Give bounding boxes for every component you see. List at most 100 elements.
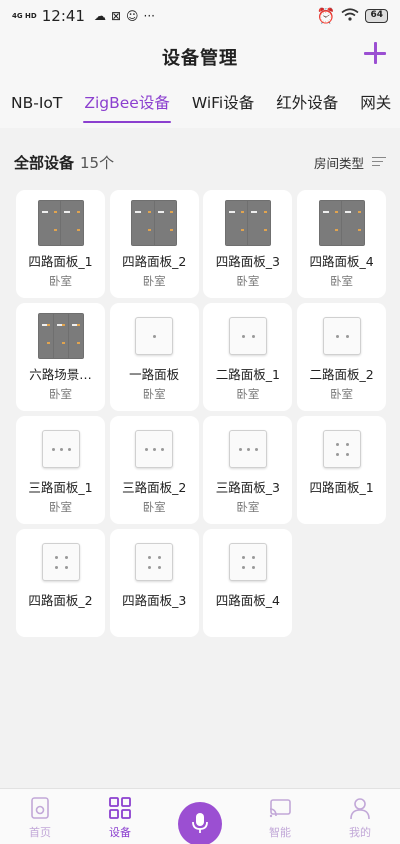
nav-home[interactable]: 首页 [0, 789, 80, 840]
device-name: 四路面板_4 [215, 593, 280, 608]
device-card[interactable]: 三路面板_3 卧室 [203, 416, 293, 524]
status-bar: 4G HD 12:41 ☁ ⊠ ☺ ··· ⏰ 64 [0, 0, 400, 32]
device-thumbnail [224, 313, 272, 359]
device-thumbnail [37, 539, 85, 585]
device-thumbnail [130, 539, 178, 585]
switch-panel-icon [228, 543, 267, 581]
user-icon [348, 796, 372, 820]
nav-voice[interactable] [160, 789, 240, 844]
device-name: 二路面板_1 [215, 367, 280, 382]
cast-icon [268, 796, 292, 820]
switch-panel-icon [41, 543, 80, 581]
device-card[interactable]: 四路面板_1 卧室 [16, 190, 105, 298]
nav-home-label: 首页 [29, 826, 51, 839]
device-thumbnail [37, 200, 85, 246]
tab-infrared[interactable]: 红外设备 [265, 82, 349, 128]
device-card[interactable]: 三路面板_2 卧室 [109, 416, 199, 524]
switch-panel-icon [131, 200, 178, 246]
switch-panel-icon [322, 430, 361, 468]
nav-smart-label: 智能 [269, 826, 291, 839]
device-name: 三路面板_2 [122, 480, 187, 495]
device-room: 卧室 [49, 274, 72, 288]
cat-icon: ☺ [126, 9, 139, 23]
switch-panel-icon [41, 430, 80, 468]
device-room: 卧室 [142, 274, 166, 288]
alarm-icon: ⏰ [316, 7, 336, 25]
device-room: 卧室 [330, 274, 354, 288]
nav-smart[interactable]: 智能 [240, 789, 320, 840]
device-thumbnail [37, 426, 85, 472]
device-section-header: 全部设备 15个 房间类型 [14, 150, 386, 174]
device-name: 四路面板_2 [28, 593, 93, 608]
more-icon: ··· [143, 9, 155, 23]
nav-devices-label: 设备 [109, 826, 131, 839]
tab-zigbee[interactable]: ZigBee设备 [73, 82, 180, 128]
device-count: 15个 [80, 153, 115, 172]
grid-icon [108, 796, 132, 820]
device-card[interactable]: 四路面板_1 [297, 416, 387, 524]
switch-panel-icon [37, 200, 84, 246]
device-card[interactable]: 二路面板_2 卧室 [297, 303, 387, 411]
device-name: 四路面板_1 [309, 480, 374, 495]
voice-button[interactable] [178, 802, 222, 844]
device-name: 四路面板_3 [215, 254, 280, 269]
device-name: 四路面板_1 [28, 254, 93, 269]
nav-devices[interactable]: 设备 [80, 789, 160, 840]
nav-profile[interactable]: 我的 [320, 789, 400, 840]
device-thumbnail [318, 313, 366, 359]
device-grid: 四路面板_1 卧室 四路面板_2 卧室 四路面板_3 卧室 四路面板_4 卧室 六路场景… 卧室一… [16, 190, 387, 637]
device-thumbnail [130, 426, 178, 472]
device-name: 四路面板_2 [122, 254, 187, 269]
device-card[interactable]: 六路场景… 卧室 [16, 303, 105, 411]
device-name: 一路面板 [129, 367, 180, 382]
device-thumbnail [224, 426, 272, 472]
switch-panel-icon [228, 430, 267, 468]
tab-wifi[interactable]: WiFi设备 [181, 82, 265, 128]
device-card[interactable]: 四路面板_2 [16, 529, 105, 637]
device-room: 卧室 [236, 387, 260, 401]
nav-profile-label: 我的 [349, 826, 371, 839]
device-card[interactable]: 四路面板_4 卧室 [297, 190, 387, 298]
device-room: 卧室 [236, 274, 260, 288]
device-room: 卧室 [49, 387, 72, 401]
device-type-tabs: NB-IoT ZigBee设备 WiFi设备 红外设备 网关 [0, 82, 400, 128]
switch-panel-icon [135, 317, 174, 355]
device-card[interactable]: 二路面板_1 卧室 [203, 303, 293, 411]
room-type-filter[interactable]: 房间类型 [314, 153, 386, 172]
cloud-icon: ☁ [93, 9, 106, 23]
device-name: 四路面板_4 [309, 254, 374, 269]
switch-panel-icon [228, 317, 267, 355]
device-name: 四路面板_3 [122, 593, 187, 608]
filter-icon [372, 156, 386, 168]
device-room: 卧室 [330, 387, 354, 401]
switch-panel-icon [224, 200, 271, 246]
section-title: 全部设备 [14, 153, 75, 172]
switch-panel-icon [318, 200, 365, 246]
page-title: 设备管理 [162, 48, 238, 69]
device-card[interactable]: 四路面板_4 [203, 529, 293, 637]
device-card[interactable]: 四路面板_2 卧室 [109, 190, 199, 298]
device-name: 三路面板_3 [215, 480, 280, 495]
device-room: 卧室 [49, 500, 72, 514]
status-time: 12:41 [41, 7, 85, 25]
device-card[interactable]: 三路面板_1 卧室 [16, 416, 105, 524]
switch-panel-icon [322, 317, 361, 355]
switch-panel-icon [37, 313, 84, 359]
room-filter-label: 房间类型 [313, 155, 364, 171]
battery-indicator: 64 [365, 9, 388, 23]
device-card[interactable]: 一路面板 卧室 [109, 303, 199, 411]
device-thumbnail [224, 200, 272, 246]
device-name: 三路面板_1 [28, 480, 93, 495]
microphone-icon [190, 812, 210, 837]
network-indicator: 4G HD [12, 11, 37, 20]
tab-gateway[interactable]: 网关 [349, 82, 400, 128]
tab-nb-iot[interactable]: NB-IoT [0, 82, 73, 128]
device-thumbnail [130, 313, 178, 359]
sim-icon: ⊠ [110, 9, 122, 23]
add-device-button[interactable] [364, 42, 386, 64]
device-room: 卧室 [142, 387, 166, 401]
device-card[interactable]: 四路面板_3 [109, 529, 199, 637]
bottom-navigation: 首页 设备 智能 我的 [0, 788, 400, 844]
device-thumbnail [224, 539, 272, 585]
device-card[interactable]: 四路面板_3 卧室 [203, 190, 293, 298]
